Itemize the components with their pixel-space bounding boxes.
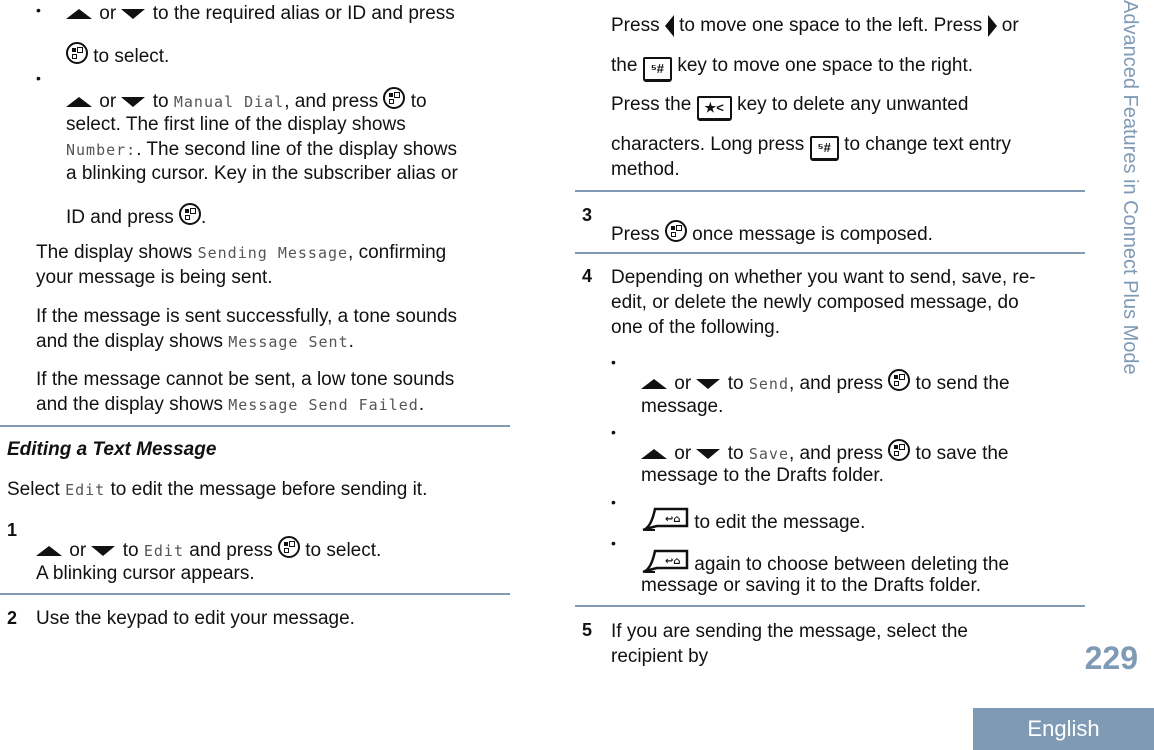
bullet-2-line-4: a blinking cursor. Key in the subscriber… (66, 163, 458, 184)
bullet: • (36, 2, 41, 18)
menu-ok-button-icon (277, 536, 300, 558)
divider (0, 425, 510, 427)
option-save-line-1: or to Save, and press to save the (641, 439, 1009, 466)
divider (575, 605, 1085, 607)
step-number: 3 (582, 205, 593, 225)
step-3-text: Press once message is composed. (611, 220, 933, 247)
step-5-line-1: If you are sending the message, select t… (611, 621, 968, 642)
section-heading: Editing a Text Message (7, 439, 217, 460)
svg-text:↩⌂: ↩⌂ (665, 514, 681, 525)
option-delete-line-2: message or saving it to the Drafts folde… (641, 575, 982, 596)
right-arrow-icon (987, 14, 997, 37)
bullet: • (611, 354, 616, 370)
bullet-2-line-1: or to Manual Dial, and press to (66, 87, 427, 114)
menu-ok-button-icon (664, 220, 687, 242)
divider (575, 190, 1085, 192)
menu-ok-button-icon (888, 369, 911, 391)
step-4-line-2: edit, or delete the newly composed messa… (611, 292, 1019, 313)
option-delete-line-1: ↩⌂ again to choose between deleting the (641, 548, 1009, 577)
bullet: • (611, 535, 616, 551)
divider (575, 252, 1085, 254)
cursor-nav-line-1: Press to move one space to the left. Pre… (611, 14, 1019, 37)
star-key-icon: ★< (696, 96, 732, 121)
bullet: • (611, 494, 616, 510)
back-home-key-icon: ↩⌂ (641, 506, 689, 532)
section-intro: Select Edit to edit the message before s… (7, 479, 428, 500)
down-arrow-icon (696, 378, 721, 389)
chapter-title-vertical: Advanced Features in Connect Plus Mode (1117, 0, 1147, 440)
step-1-line-1: or to Edit and press to select. (36, 536, 381, 563)
menu-ok-button-icon (383, 87, 406, 109)
para-sending-line-1: The display shows Sending Message, confi… (36, 242, 447, 263)
page-number: 229 (1084, 640, 1138, 676)
bullet-2-line-2: select. The first line of the display sh… (66, 114, 406, 135)
option-save-line-2: message to the Drafts folder. (641, 465, 884, 486)
step-1-line-2: A blinking cursor appears. (36, 563, 255, 584)
down-arrow-icon (121, 8, 146, 19)
para-success-line-1: If the message is sent successfully, a t… (36, 306, 458, 327)
divider (0, 593, 510, 595)
step-number: 2 (7, 608, 18, 628)
down-arrow-icon (91, 545, 116, 556)
step-number: 5 (582, 620, 593, 640)
para-failed-line-2: and the display shows Message Send Faile… (36, 394, 425, 415)
language-tab: English (973, 708, 1154, 750)
bullet-2-line-3: Number:. The second line of the display … (66, 139, 457, 160)
menu-ok-button-icon (888, 439, 911, 461)
cursor-nav-line-5: method. (611, 159, 680, 180)
step-number: 4 (582, 266, 593, 286)
back-home-key-icon: ↩⌂ (641, 548, 689, 574)
up-arrow-icon (66, 8, 92, 19)
cursor-nav-line-2: the ⁵# key to move one space to the righ… (611, 54, 973, 82)
option-send-line-2: message. (641, 396, 724, 417)
para-sending-line-2: your message is being sent. (36, 267, 273, 288)
chapter-title: Advanced Features in Connect Plus Mode (1119, 0, 1141, 375)
hash-key-icon: ⁵# (642, 57, 673, 82)
svg-text:↩⌂: ↩⌂ (665, 556, 681, 567)
step-4-line-3: one of the following. (611, 317, 781, 338)
down-arrow-icon (696, 448, 721, 459)
up-arrow-icon (641, 448, 667, 459)
menu-ok-button-icon (179, 203, 201, 225)
para-failed-line-1: If the message cannot be sent, a low ton… (36, 369, 455, 390)
cursor-nav-line-3: Press the ★< key to delete any unwanted (611, 93, 968, 121)
bullet-1-line-2: to select. (66, 42, 169, 69)
up-arrow-icon (66, 96, 92, 107)
option-edit-line-1: ↩⌂ to edit the message. (641, 506, 865, 535)
up-arrow-icon (36, 545, 62, 556)
step-2-text: Use the keypad to edit your message. (36, 608, 355, 629)
hash-key-icon: ⁵# (809, 136, 839, 161)
step-4-line-1: Depending on whether you want to send, s… (611, 267, 1036, 288)
bullet: • (36, 70, 41, 86)
down-arrow-icon (121, 96, 146, 107)
bullet: • (611, 424, 616, 440)
para-success-line-2: and the display shows Message Sent. (36, 331, 354, 352)
step-number: 1 (7, 520, 18, 540)
step-5-line-2: recipient by (611, 646, 709, 667)
left-arrow-icon (664, 14, 674, 37)
bullet-1-line-1: or to the required alias or ID and press (66, 2, 455, 26)
menu-ok-button-icon (66, 42, 88, 64)
option-send-line-1: or to Send, and press to send the (641, 369, 1010, 396)
up-arrow-icon (641, 378, 667, 389)
bullet-2-line-5: ID and press . (66, 203, 206, 230)
cursor-nav-line-4: characters. Long press ⁵# to change text… (611, 133, 1011, 161)
